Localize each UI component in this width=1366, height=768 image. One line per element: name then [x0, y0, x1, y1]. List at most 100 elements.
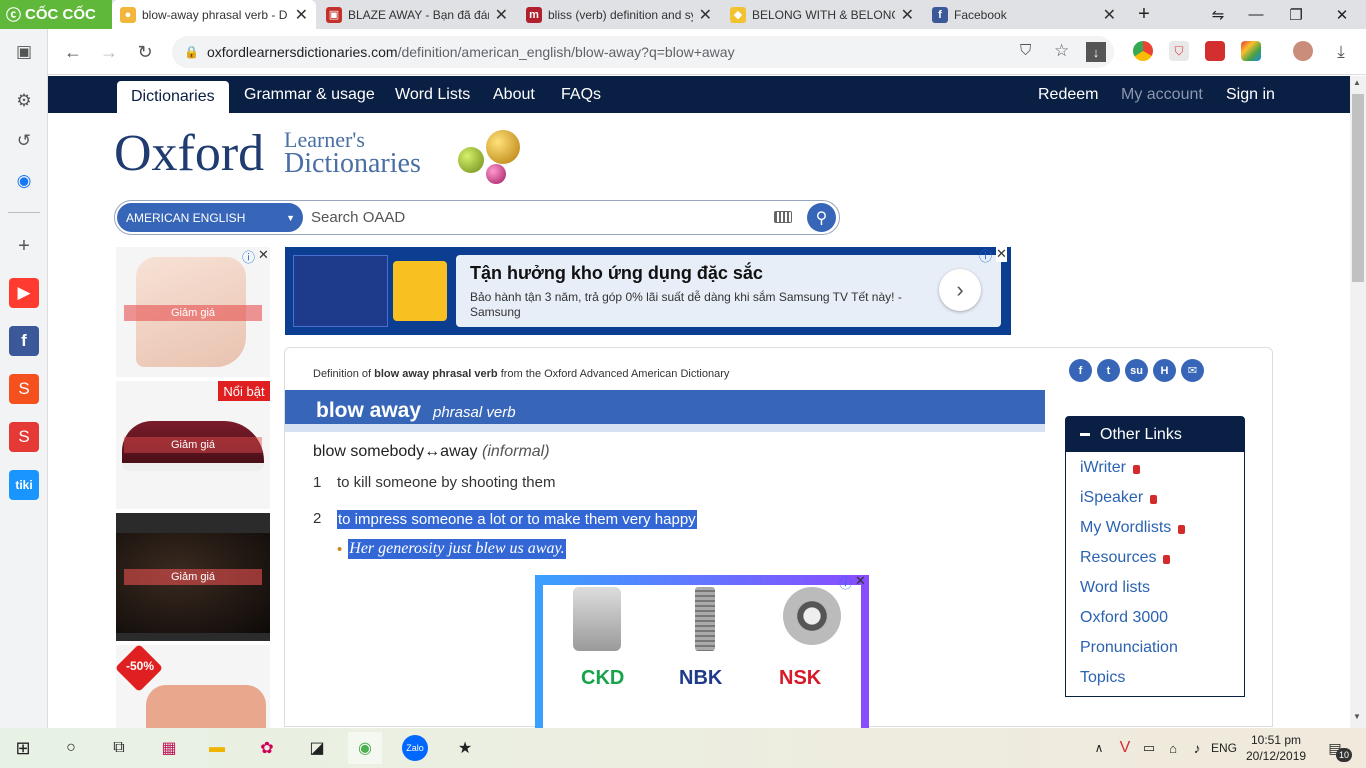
language-indicator[interactable]: ENG — [1206, 732, 1242, 764]
share-twitter-icon[interactable]: t — [1097, 359, 1120, 382]
nav-grammar-usage[interactable]: Grammar & usage — [244, 76, 375, 113]
banner-next-icon[interactable]: › — [939, 269, 981, 311]
share-facebook-icon[interactable]: f — [1069, 359, 1092, 382]
link-ispeaker[interactable]: iSpeaker — [1066, 483, 1244, 513]
url-text[interactable]: oxfordlearnersdictionaries.com/definitio… — [207, 44, 735, 60]
colorful-extension-icon[interactable] — [1241, 41, 1261, 61]
scrollbar-thumb[interactable] — [1352, 94, 1364, 282]
close-tab-icon[interactable]: ✕ — [901, 5, 914, 25]
nav-about[interactable]: About — [493, 76, 535, 113]
file-explorer-icon[interactable]: ▬ — [200, 732, 234, 764]
close-tab-icon[interactable]: ✕ — [295, 5, 308, 25]
red-extension-icon[interactable] — [1205, 41, 1225, 61]
zalo-icon[interactable]: Zalo — [402, 735, 428, 761]
tab-bliss[interactable]: m bliss (verb) definition and sy ✕ — [518, 0, 720, 29]
search-input[interactable] — [311, 203, 761, 232]
maximize-icon[interactable]: ❐ — [1276, 0, 1316, 29]
link-my-wordlists[interactable]: My Wordlists — [1066, 513, 1244, 543]
download-page-icon[interactable]: ↓ — [1086, 42, 1106, 62]
page-scrollbar[interactable]: ▲ ▼ — [1350, 76, 1366, 728]
sidebar-toggle-icon[interactable]: ▣ — [9, 37, 39, 67]
ad-info-icon[interactable]: ⓘ — [242, 247, 255, 266]
downloads-icon[interactable]: ⤓ — [1326, 37, 1356, 67]
share-stumbleupon-icon[interactable]: su — [1125, 359, 1148, 382]
minimize-icon[interactable]: — — [1236, 0, 1276, 29]
shoe-ad-leather[interactable]: Giảm giá — [116, 513, 270, 641]
messenger-icon[interactable]: ◉ — [9, 166, 39, 196]
pinned-app-icon[interactable]: ★ — [448, 732, 482, 764]
tab-blow-away[interactable]: ● blow-away phrasal verb - D ✕ — [112, 0, 316, 29]
chrome-extension-icon[interactable] — [1133, 41, 1153, 61]
youtube-icon[interactable]: ▶ — [9, 278, 39, 308]
add-shortcut-icon[interactable]: + — [9, 231, 39, 261]
shopee-icon[interactable]: S — [9, 374, 39, 404]
share-hi-icon[interactable]: H — [1153, 359, 1176, 382]
logo-oxford[interactable]: Oxford — [114, 124, 264, 183]
nav-sign-in[interactable]: Sign in — [1226, 76, 1275, 113]
tab-blaze-away[interactable]: ▣ BLAZE AWAY - Bạn đã đánh ✕ — [318, 0, 516, 29]
coccoc-taskbar-icon[interactable]: ◉ — [348, 732, 382, 764]
sense-number: 1 — [313, 474, 322, 491]
tiki-icon[interactable]: tiki — [9, 470, 39, 500]
tab-facebook[interactable]: f Facebook ✕ — [924, 0, 1124, 29]
tab-belong-with[interactable]: ◆ BELONG WITH & BELONG T ✕ — [722, 0, 922, 29]
link-topics[interactable]: Topics — [1066, 663, 1244, 693]
task-view-icon[interactable]: ⧉ — [102, 732, 136, 764]
dictionary-select[interactable]: AMERICAN ENGLISH ▼ — [117, 203, 303, 232]
forward-icon[interactable]: → — [94, 37, 124, 67]
windows-start-icon[interactable]: ⊞ — [6, 732, 40, 764]
close-window-icon[interactable]: ✕ — [1322, 0, 1362, 29]
nav-dictionaries[interactable]: Dictionaries — [117, 81, 229, 113]
nav-word-lists[interactable]: Word Lists — [395, 76, 470, 113]
back-icon[interactable]: ← — [58, 37, 88, 67]
sense-definition: to kill someone by shooting them — [337, 474, 556, 491]
scroll-down-icon[interactable]: ▼ — [1353, 712, 1361, 721]
share-email-icon[interactable]: ✉ — [1181, 359, 1204, 382]
reload-icon[interactable]: ↻ — [130, 37, 160, 67]
ad-close-icon[interactable]: ✕ — [258, 247, 269, 263]
close-tab-icon[interactable]: ✕ — [1103, 5, 1116, 25]
shoe-ad-sneaker[interactable]: Giảm giá Nổi bật — [116, 381, 270, 509]
logo-learners-dictionaries[interactable]: Learner's Dictionaries — [284, 128, 421, 178]
system-clock[interactable]: 10:51 pm 20/12/2019 — [1246, 732, 1306, 764]
shield-icon[interactable]: ⛉ — [1020, 42, 1031, 59]
nav-redeem[interactable]: Redeem — [1038, 76, 1098, 113]
other-links-title: Other Links — [1100, 425, 1182, 443]
shoe-ad-canvas[interactable]: -50% — [116, 645, 270, 728]
ad-close-icon[interactable]: ✕ — [855, 573, 866, 589]
ad-info-icon[interactable]: ⓘ — [839, 573, 852, 592]
omnibox[interactable]: 🔒 oxfordlearnersdictionaries.com/definit… — [172, 36, 1114, 68]
nav-faqs[interactable]: FAQs — [561, 76, 601, 113]
close-tab-icon[interactable]: ✕ — [699, 5, 712, 25]
link-oxford-3000[interactable]: Oxford 3000 — [1066, 603, 1244, 633]
close-tab-icon[interactable]: ✕ — [495, 5, 508, 25]
link-pronunciation[interactable]: Pronunciation — [1066, 633, 1244, 663]
nav-my-account[interactable]: My account — [1121, 76, 1203, 113]
keyboard-icon[interactable] — [774, 211, 792, 223]
bookmark-star-icon[interactable]: ☆ — [1054, 41, 1069, 61]
facebook-icon[interactable]: f — [9, 326, 39, 356]
link-resources[interactable]: Resources — [1066, 543, 1244, 573]
settings-icon[interactable]: ⚙ — [9, 86, 39, 116]
bearings-ad[interactable]: CKD NBK NSK ⓘ ✕ — [535, 573, 869, 735]
link-word-lists[interactable]: Word lists — [1066, 573, 1244, 603]
ad-info-icon[interactable]: ⓘ — [979, 246, 992, 265]
profile-avatar[interactable] — [1293, 41, 1313, 61]
coccoc-menu-button[interactable]: ⓒ CỐC CỐC — [0, 0, 112, 29]
sendo-icon[interactable]: S — [9, 422, 39, 452]
paint-app-icon[interactable]: ✿ — [250, 732, 284, 764]
app-icon-grid[interactable]: ▦ — [152, 732, 186, 764]
samsung-banner-ad[interactable]: Tận hưởng kho ứng dụng đặc sắc Bảo hành … — [285, 246, 1011, 335]
other-links-header[interactable]: Other Links — [1066, 417, 1244, 452]
shoe-ad-boots[interactable]: Giảm giá ⓘ ✕ — [116, 247, 270, 377]
link-iwriter[interactable]: iWriter — [1066, 453, 1244, 483]
ad-close-icon[interactable]: ✕ — [996, 246, 1007, 262]
new-tab-icon[interactable]: + — [1124, 0, 1164, 29]
history-icon[interactable]: ↺ — [9, 126, 39, 156]
tab-list-icon[interactable]: ⇋ — [1198, 0, 1238, 29]
notes-app-icon[interactable]: ◪ — [300, 732, 334, 764]
adblock-shield-icon[interactable]: ⛉ — [1169, 41, 1189, 61]
cortana-search-icon[interactable]: ○ — [54, 732, 88, 764]
scroll-up-icon[interactable]: ▲ — [1353, 78, 1361, 87]
search-button[interactable]: ⚲ — [807, 203, 836, 232]
